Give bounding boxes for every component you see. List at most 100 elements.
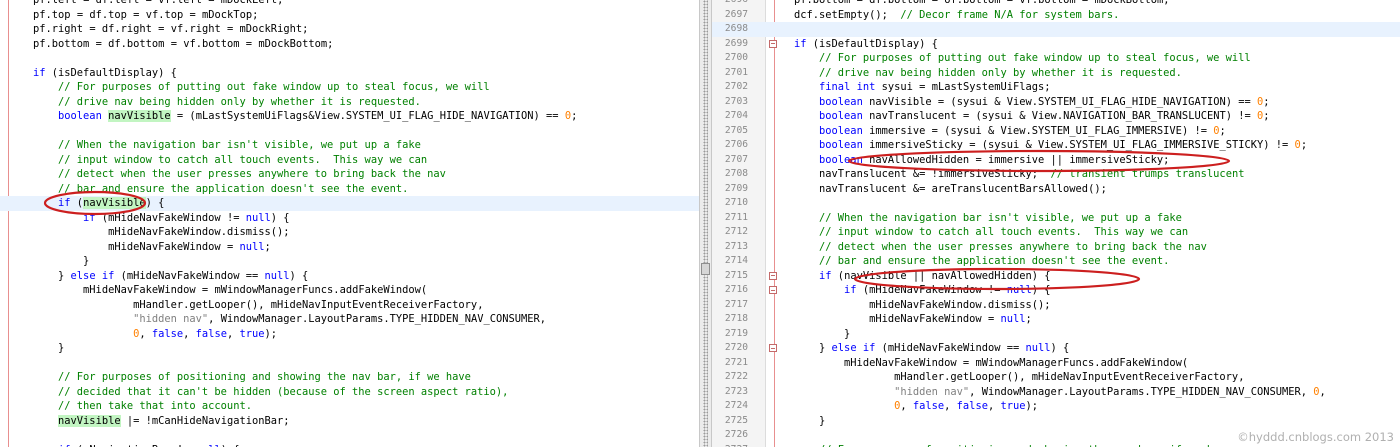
code-text: boolean navVisible = (mLastSystemUiFlags… [58,110,578,122]
code-text: // input window to catch all touch event… [794,225,1188,240]
code-line[interactable]: pf.bottom = df.bottom = vf.bottom = mDoc… [0,37,699,52]
code-text: // For purposes of putting out fake wind… [794,51,1251,66]
fold-toggle-icon[interactable] [769,344,777,352]
code-line[interactable]: // For purposes of positioning and showi… [0,370,699,385]
code-line[interactable]: pf.left = df.left = vf.left = mDockLeft; [0,0,699,8]
code-line[interactable]: // bar and ensure the application doesn'… [0,182,699,197]
code-line[interactable]: // For purposes of putting out fake wind… [0,80,699,95]
code-comment: // decided that it can't be hidden (beca… [58,385,509,398]
code-line[interactable]: // detect when the user presses anywhere… [0,167,699,182]
keyword: else [70,269,96,282]
code-line[interactable]: pf.right = df.right = vf.right = mDockRi… [0,22,699,37]
keyword: null [245,211,271,224]
code-line[interactable]: 2712 // input window to catch all touch … [712,225,1400,240]
fold-toggle-icon[interactable] [769,286,777,294]
code-line[interactable]: 2721 mHideNavFakeWindow = mWindowManager… [712,356,1400,371]
code-line[interactable]: mHandler.getLooper(), mHideNavInputEvent… [0,298,699,313]
code-line[interactable] [0,124,699,139]
code-line[interactable] [0,51,699,66]
keyword: if [819,269,832,282]
code-text: mHideNavFakeWindow.dismiss(); [108,226,290,238]
code-text: pf.right = df.right = vf.right = mDockRi… [33,23,309,35]
code-line[interactable]: 2708 navTranslucent &= !immersiveSticky;… [712,167,1400,182]
keyword: false [956,400,988,412]
code-line[interactable]: 2696 pf.bottom = df.bottom = of.bottom = … [712,0,1400,8]
code-line[interactable]: 2719 } [712,327,1400,342]
code-line[interactable]: 2722 mHandler.getLooper(), mHideNavInput… [712,370,1400,385]
code-comment: // detect when the user presses anywhere… [58,168,446,180]
left-code-pane[interactable]: pf.left = df.left = vf.left = mDockLeft;… [0,0,699,447]
code-line[interactable]: 2706 boolean immersiveSticky = (sysui & … [712,138,1400,153]
code-line[interactable]: 2716 if (mHideNavFakeWindow != null) { [712,283,1400,298]
code-line[interactable] [0,356,699,371]
code-line[interactable]: } [0,254,699,269]
keyword: false [151,327,184,340]
line-number: 2707 [724,153,748,165]
code-comment: // For purposes of positioning and showi… [819,444,1232,447]
line-number: 2709 [724,182,748,194]
code-comment: // Decor frame N/A for system bars. [900,8,1120,21]
code-comment: // drive nav being hidden only by whethe… [819,66,1182,79]
code-line[interactable]: // drive nav being hidden only by whethe… [0,95,699,110]
watermark-text: ©hyddd.cnblogs.com 2013 [1237,430,1394,444]
code-comment: // For purposes of positioning and showi… [58,371,471,383]
code-line[interactable]: // decided that it can't be hidden (beca… [0,385,699,400]
code-text: } else if (mHideNavFakeWindow == null) { [794,342,1070,354]
number-literal: 0 [1313,385,1320,398]
code-line[interactable]: 2711 // When the navigation bar isn't vi… [712,211,1400,226]
code-line[interactable]: 2714 // bar and ensure the application d… [712,254,1400,269]
line-number: 2699 [724,37,748,49]
code-line[interactable]: // then take that into account. [0,399,699,414]
code-line[interactable]: "hidden nav", WindowManager.LayoutParams… [0,312,699,327]
code-line[interactable]: } else if (mHideNavFakeWindow == null) { [0,269,699,284]
code-line[interactable]: 2705 boolean immersive = (sysui & View.S… [712,124,1400,139]
code-line[interactable]: 2710 [712,196,1400,211]
code-line[interactable]: mHideNavFakeWindow.dismiss(); [0,225,699,240]
code-line[interactable]: 2717 mHideNavFakeWindow.dismiss(); [712,298,1400,313]
code-line[interactable]: if (isDefaultDisplay) { [0,66,699,81]
code-comment: // When the navigation bar isn't visible… [819,211,1182,224]
code-line[interactable]: 2718 mHideNavFakeWindow = null; [712,312,1400,327]
code-line[interactable]: 2703 boolean navVisible = (sysui & View.… [712,95,1400,110]
keyword: null [1006,284,1032,296]
code-line[interactable]: mHideNavFakeWindow = null; [0,240,699,255]
code-line[interactable]: } [0,341,699,356]
code-line[interactable]: mHideNavFakeWindow = mWindowManagerFuncs… [0,283,699,298]
code-line[interactable]: 2723 "hidden nav", WindowManager.LayoutP… [712,385,1400,400]
code-line[interactable]: 2702 final int sysui = mLastSystemUiFlag… [712,80,1400,95]
keyword: boolean [58,110,102,122]
line-number: 2713 [724,240,748,252]
pane-splitter[interactable] [699,0,712,447]
code-line[interactable]: 2724 0, false, false, true); [712,399,1400,414]
code-line[interactable]: boolean navVisible = (mLastSystemUiFlags… [0,109,699,124]
code-line[interactable] [0,428,699,443]
code-line[interactable]: if (mNavigationBar != null) { [0,443,699,447]
code-text: // drive nav being hidden only by whethe… [794,66,1182,81]
fold-toggle-icon[interactable] [769,39,777,48]
code-text: boolean navTranslucent = (sysui & View.N… [819,110,1270,122]
code-line[interactable]: navVisible |= !mCanHideNavigationBar; [0,414,699,429]
code-line[interactable]: // input window to catch all touch event… [0,153,699,168]
code-line[interactable]: 2704 boolean navTranslucent = (sysui & V… [712,109,1400,124]
code-line[interactable]: 2700 // For purposes of putting out fake… [712,51,1400,66]
code-line[interactable]: 2699 if (isDefaultDisplay) { [712,37,1400,52]
code-line[interactable]: 2715 if (navVisible || navAllowedHidden)… [712,269,1400,284]
code-line[interactable]: pf.top = df.top = vf.top = mDockTop; [0,8,699,23]
code-line[interactable]: 2701 // drive nav being hidden only by w… [712,66,1400,81]
right-code-pane[interactable]: 2696 pf.bottom = df.bottom = of.bottom = … [712,0,1400,447]
code-line[interactable]: 2709 navTranslucent &= areTranslucentBar… [712,182,1400,197]
code-line[interactable]: if (mHideNavFakeWindow != null) { [0,211,699,226]
code-comment: // bar and ensure the application doesn'… [819,255,1170,267]
fold-toggle-icon[interactable] [769,271,777,280]
splitter-grip-handle[interactable] [701,263,710,275]
code-line[interactable]: 0, false, false, true); [0,327,699,342]
code-line[interactable]: 2725 } [712,414,1400,429]
code-line[interactable]: 2720 } else if (mHideNavFakeWindow == nu… [712,341,1400,356]
current-code-line[interactable]: if (navVisible) { [0,196,699,211]
current-code-line[interactable]: 2698 [712,22,1400,37]
code-line[interactable]: 2707 boolean navAllowedHidden = immersiv… [712,153,1400,168]
code-line[interactable]: 2697 dcf.setEmpty(); // Decor frame N/A f… [712,8,1400,23]
code-line[interactable]: 2713 // detect when the user presses any… [712,240,1400,255]
keyword: if [862,342,876,354]
code-line[interactable]: // When the navigation bar isn't visible… [0,138,699,153]
